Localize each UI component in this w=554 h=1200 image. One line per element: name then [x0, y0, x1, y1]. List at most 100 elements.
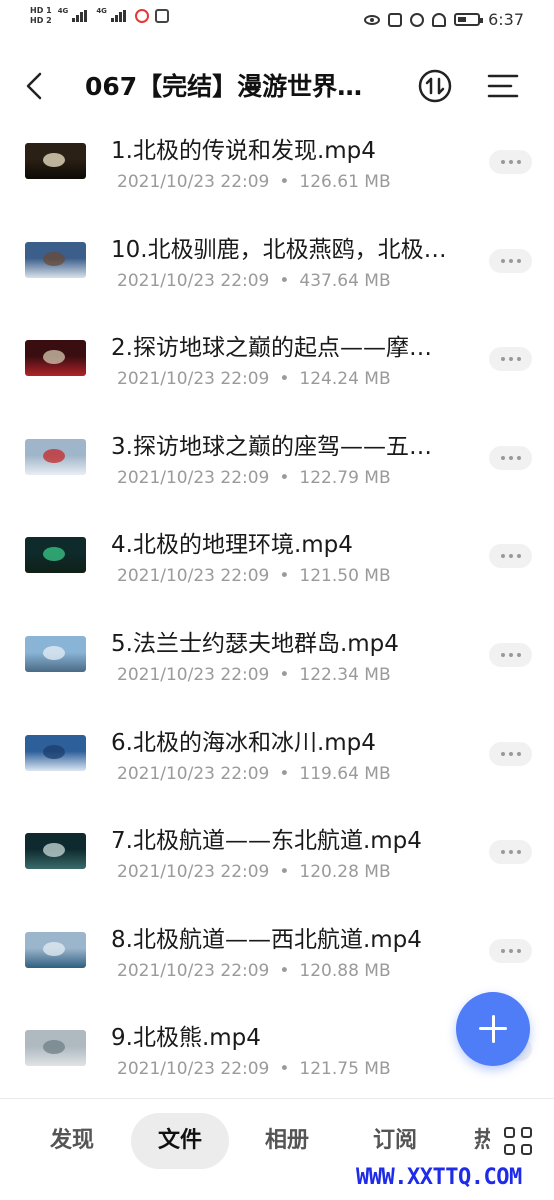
more-dots-icon [508, 455, 513, 460]
clock: 6:37 [488, 10, 524, 29]
more-dots-icon [500, 948, 505, 953]
separator-dot: • [279, 270, 290, 291]
file-row[interactable]: 6.北极的海冰和冰川.mp4 2021/10/23 22:09 • 119.64 MB [0, 712, 554, 811]
tab-albums[interactable]: 相册 [245, 1113, 329, 1169]
more-options-button[interactable] [489, 544, 532, 569]
file-date: 2021/10/23 22:09 [117, 1059, 270, 1080]
file-name: 10.北极驯鹿，北极燕鸥，北极… [111, 236, 447, 263]
more-dots-icon [500, 652, 505, 657]
add-button[interactable] [456, 992, 530, 1066]
file-name: 6.北极的海冰和冰川.mp4 [111, 729, 376, 756]
tab-hot[interactable]: 热 [474, 1113, 490, 1169]
file-row[interactable]: 8.北极航道——西北航道.mp4 2021/10/23 22:09 • 120.88 … [0, 909, 554, 1008]
file-meta: 2021/10/23 22:09 • 124.24 MB [117, 367, 391, 391]
page-title: 067【完结】漫游世界… [85, 72, 363, 101]
file-meta: 2021/10/23 22:09 • 122.79 MB [117, 466, 391, 490]
more-dots-icon [500, 751, 505, 756]
file-date: 2021/10/23 22:09 [117, 467, 270, 488]
file-row[interactable]: 3.探访地球之巅的座驾——五… 2021/10/23 22:09 • 122.79 M… [0, 416, 554, 515]
file-date: 2021/10/23 22:09 [117, 172, 270, 192]
file-meta: 2021/10/23 22:09 • 126.61 MB [117, 170, 391, 194]
network-type-1: 4G [57, 7, 69, 15]
video-thumbnail [25, 438, 86, 475]
back-button[interactable] [20, 68, 50, 104]
more-options-button[interactable] [489, 938, 532, 963]
more-options-button[interactable] [489, 445, 532, 470]
mute-icon [432, 12, 447, 27]
video-thumbnail [25, 833, 86, 870]
more-dots-icon [508, 160, 513, 164]
separator-dot: • [279, 664, 290, 685]
file-list: 1.北极的传说和发现.mp4 2021/10/23 22:09 • 126.61 MB… [0, 120, 554, 1106]
file-meta: 2021/10/23 22:09 • 121.75 MB [117, 1057, 391, 1081]
more-options-button[interactable] [489, 840, 532, 865]
watermark: WWW.XXTTQ.COM [356, 1165, 522, 1190]
file-size: 121.50 MB [299, 566, 391, 587]
file-row[interactable]: 1.北极的传说和发现.mp4 2021/10/23 22:09 • 126.61 MB [0, 120, 554, 219]
more-dots-icon [516, 850, 521, 855]
file-size: 120.28 MB [299, 862, 391, 883]
file-row[interactable]: 4.北极的地理环境.mp4 2021/10/23 22:09 • 121.50 MB [0, 514, 554, 613]
nfc-icon [388, 12, 403, 27]
sort-button[interactable] [417, 68, 453, 104]
file-date: 2021/10/23 22:09 [117, 960, 270, 981]
file-meta: 2021/10/23 22:09 • 120.28 MB [117, 860, 391, 884]
more-options-button[interactable] [489, 642, 532, 667]
more-options-button[interactable] [489, 347, 532, 372]
more-dots-icon [508, 258, 513, 263]
sort-icon [418, 69, 452, 103]
alarm-icon [410, 12, 425, 27]
back-arrow-icon [26, 72, 42, 100]
file-meta: 2021/10/23 22:09 • 120.88 MB [117, 959, 391, 983]
more-dots-icon [516, 455, 521, 460]
tab-files[interactable]: 文件 [131, 1113, 229, 1169]
tab-subscriptions[interactable]: 订阅 [353, 1113, 437, 1169]
tab-discover[interactable]: 发现 [30, 1113, 114, 1169]
hotspot-icon [134, 9, 149, 23]
network-type-2: 4G [96, 7, 107, 15]
more-options-button[interactable] [489, 248, 532, 273]
video-thumbnail [25, 734, 86, 771]
sim2-label: HD 2 [30, 16, 52, 25]
separator-dot: • [279, 763, 290, 784]
grid-icon[interactable] [504, 1127, 536, 1159]
more-options-button[interactable] [489, 150, 532, 174]
separator-dot: • [279, 566, 290, 587]
more-dots-icon [500, 554, 505, 559]
thumbnail-detail [43, 547, 65, 562]
file-row[interactable]: 5.法兰士约瑟夫地群岛.mp4 2021/10/23 22:09 • 122.34 M… [0, 613, 554, 712]
file-name: 1.北极的传说和发现.mp4 [111, 138, 376, 164]
file-meta: 2021/10/23 22:09 • 119.64 MB [117, 762, 391, 786]
file-size: 120.88 MB [299, 960, 391, 981]
more-dots-icon [516, 160, 521, 164]
file-date: 2021/10/23 22:09 [117, 566, 270, 587]
video-thumbnail [25, 931, 86, 968]
file-row[interactable]: 10.北极驯鹿，北极燕鸥，北极… 2021/10/23 22:09 • 437.64 … [0, 219, 554, 318]
app-header: 067【完结】漫游世界… [0, 60, 554, 112]
thumbnail-detail [43, 941, 65, 956]
video-thumbnail [25, 241, 86, 278]
more-dots-icon [508, 948, 513, 953]
app-notification-icon [154, 9, 169, 23]
menu-button[interactable] [485, 68, 521, 104]
signal-icon [72, 10, 90, 22]
status-right: 6:37 [364, 10, 524, 29]
more-dots-icon [516, 357, 521, 362]
file-name: 9.北极熊.mp4 [111, 1025, 261, 1052]
separator-dot: • [279, 172, 290, 192]
file-meta: 2021/10/23 22:09 • 121.50 MB [117, 564, 391, 588]
file-browser-screen: HD 1 HD 2 4G 4G 6:37 067【完结】漫游世界… 1.北极的传… [0, 0, 554, 1200]
more-dots-icon [516, 258, 521, 263]
more-options-button[interactable] [489, 741, 532, 766]
video-thumbnail [25, 635, 86, 672]
file-name: 8.北极航道——西北航道.mp4 [111, 926, 422, 953]
file-date: 2021/10/23 22:09 [117, 664, 270, 685]
file-row[interactable]: 2.探访地球之巅的起点——摩… 2021/10/23 22:09 • 124.24 M… [0, 317, 554, 416]
file-size: 122.34 MB [299, 664, 391, 685]
separator-dot: • [279, 369, 290, 390]
thumbnail-detail [43, 448, 65, 463]
status-left: HD 1 HD 2 4G 4G [30, 6, 169, 26]
file-meta: 2021/10/23 22:09 • 437.64 MB [117, 269, 391, 293]
file-row[interactable]: 7.北极航道——东北航道.mp4 2021/10/23 22:09 • 120.28 … [0, 810, 554, 909]
status-bar: HD 1 HD 2 4G 4G 6:37 [0, 0, 554, 40]
